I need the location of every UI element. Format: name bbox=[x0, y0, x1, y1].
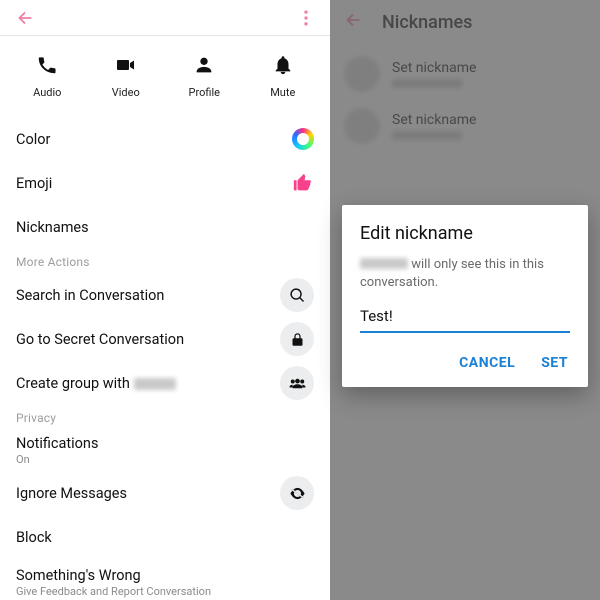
block-label: Block bbox=[16, 529, 52, 546]
profile-label: Profile bbox=[189, 86, 220, 99]
secret-label: Go to Secret Conversation bbox=[16, 331, 184, 348]
create-group-label: Create group with bbox=[16, 375, 176, 392]
privacy-header: Privacy bbox=[16, 411, 314, 425]
person-icon bbox=[189, 50, 219, 80]
nicknames-row[interactable]: Nicknames bbox=[16, 205, 314, 249]
search-row[interactable]: Search in Conversation bbox=[16, 273, 314, 317]
back-arrow-icon[interactable] bbox=[14, 7, 36, 29]
nickname-input[interactable] bbox=[360, 303, 570, 333]
secret-row[interactable]: Go to Secret Conversation bbox=[16, 317, 314, 361]
ignore-label: Ignore Messages bbox=[16, 485, 127, 502]
video-label: Video bbox=[112, 86, 140, 99]
notifications-row[interactable]: Notifications On bbox=[16, 429, 314, 471]
more-actions-header: More Actions bbox=[16, 255, 314, 269]
audio-action[interactable]: Audio bbox=[17, 50, 77, 99]
audio-label: Audio bbox=[33, 86, 61, 99]
nicknames-label: Nicknames bbox=[16, 219, 89, 236]
action-row: Audio Video Profile Mute bbox=[0, 36, 330, 117]
conversation-settings-screen: Audio Video Profile Mute bbox=[0, 0, 330, 600]
bell-icon bbox=[268, 50, 298, 80]
ignore-icon bbox=[280, 476, 314, 510]
emoji-row[interactable]: Emoji bbox=[16, 161, 314, 205]
thumbs-up-icon bbox=[292, 172, 314, 194]
mute-action[interactable]: Mute bbox=[253, 50, 313, 99]
color-ring-icon bbox=[292, 128, 314, 150]
wrong-label: Something's Wrong bbox=[16, 567, 211, 584]
search-label: Search in Conversation bbox=[16, 287, 164, 304]
redacted-name bbox=[360, 258, 408, 269]
dialog-title: Edit nickname bbox=[360, 223, 570, 244]
video-action[interactable]: Video bbox=[96, 50, 156, 99]
notifications-status: On bbox=[16, 453, 98, 466]
overflow-menu-icon[interactable] bbox=[296, 8, 316, 28]
ignore-row[interactable]: Ignore Messages bbox=[16, 471, 314, 515]
wrong-sub: Give Feedback and Report Conversation bbox=[16, 585, 211, 598]
profile-action[interactable]: Profile bbox=[174, 50, 234, 99]
edit-nickname-dialog: Edit nickname will only see this in this… bbox=[342, 205, 588, 387]
mute-label: Mute bbox=[270, 86, 295, 99]
block-row[interactable]: Block bbox=[16, 515, 314, 559]
video-camera-icon bbox=[111, 50, 141, 80]
nicknames-screen: Nicknames Set nickname Set nickname Edit… bbox=[330, 0, 600, 600]
somethings-wrong-row[interactable]: Something's Wrong Give Feedback and Repo… bbox=[16, 559, 314, 600]
notifications-label: Notifications bbox=[16, 435, 98, 452]
color-row[interactable]: Color bbox=[16, 117, 314, 161]
topbar bbox=[0, 0, 330, 36]
redacted-name bbox=[134, 378, 176, 390]
emoji-label: Emoji bbox=[16, 175, 52, 192]
phone-icon bbox=[32, 50, 62, 80]
cancel-button[interactable]: CANCEL bbox=[457, 349, 517, 377]
lock-icon bbox=[280, 322, 314, 356]
color-label: Color bbox=[16, 131, 50, 148]
search-icon bbox=[280, 278, 314, 312]
set-button[interactable]: SET bbox=[539, 349, 570, 377]
create-group-row[interactable]: Create group with bbox=[16, 361, 314, 405]
group-icon bbox=[280, 366, 314, 400]
dialog-message: will only see this in this conversation. bbox=[360, 256, 570, 291]
